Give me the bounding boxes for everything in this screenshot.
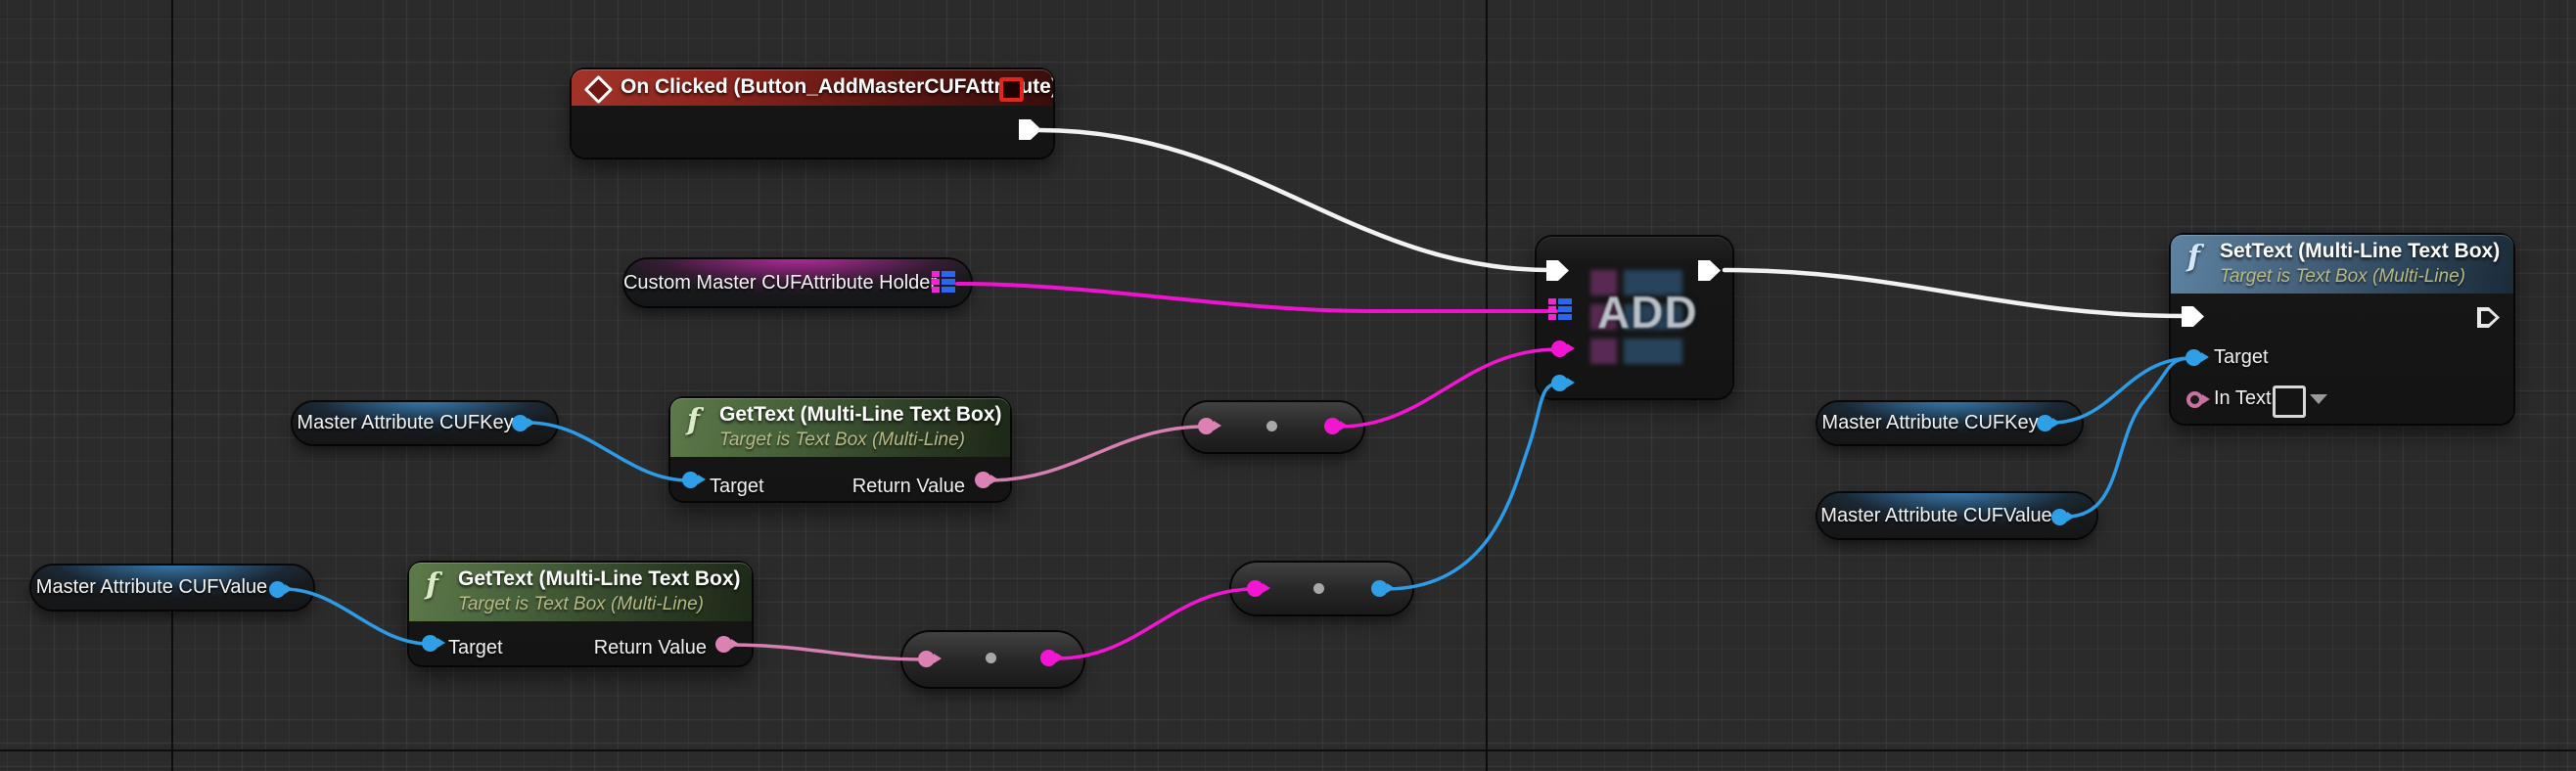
grid-origin-hline xyxy=(0,749,2576,751)
wire-text-gettext1-to-conv1[interactable] xyxy=(989,427,1205,480)
conversion-out-pin[interactable] xyxy=(1040,650,1057,666)
function-node-subtitle: Target is Text Box (Multi-Line) xyxy=(719,430,965,451)
return-value-out-pin[interactable] xyxy=(715,636,732,653)
node-gettext-top[interactable]: f GetText (Multi-Line Text Box) Target i… xyxy=(670,398,1010,501)
node-gettext-bottom[interactable]: f GetText (Multi-Line Text Box) Target i… xyxy=(409,563,752,665)
wire-string-conv1-to-add-key[interactable] xyxy=(1339,349,1558,427)
wire-text-gettext2-to-conv3[interactable] xyxy=(730,645,925,659)
event-node-title: On Clicked (Button_AddMasterCUFAttribute… xyxy=(621,75,1053,99)
function-f-icon: f xyxy=(2187,243,2200,272)
grid-origin-vline-center xyxy=(1486,0,1488,771)
wire-value-conv2-to-add-value[interactable] xyxy=(1386,384,1558,589)
object-out-pin[interactable] xyxy=(2051,509,2068,525)
object-out-pin[interactable] xyxy=(2037,415,2053,431)
delegate-red-box-icon[interactable] xyxy=(999,77,1024,102)
event-diamond-icon xyxy=(584,75,614,105)
variable-label: Master Attribute CUFKey xyxy=(297,412,513,434)
map-target-pin-icon[interactable] xyxy=(1548,298,1572,320)
target-in-pin[interactable] xyxy=(422,635,438,652)
key-in-pin[interactable] xyxy=(1551,340,1568,357)
map-pin-icon[interactable] xyxy=(932,271,955,293)
conversion-dot-icon xyxy=(986,653,996,663)
variable-label: Master Attribute CUFKey xyxy=(1821,412,2038,434)
event-node-header: On Clicked (Button_AddMasterCUFAttribute… xyxy=(572,69,1053,106)
variable-label: Master Attribute CUFValue xyxy=(36,576,267,599)
pure-function-f-icon: f xyxy=(426,570,438,600)
target-pin-label: Target xyxy=(710,476,764,498)
blueprint-graph-canvas[interactable]: { "graph": { "background_color": "#2b2b2… xyxy=(0,0,2576,771)
wire-map-holder-to-add[interactable] xyxy=(957,284,1556,311)
value-in-pin[interactable] xyxy=(1551,375,1568,391)
conversion-dot-icon xyxy=(1266,421,1277,431)
target-in-pin[interactable] xyxy=(2185,349,2202,366)
in-text-value-box[interactable] xyxy=(2273,386,2306,418)
node-on-clicked-event[interactable]: On Clicked (Button_AddMasterCUFAttribute… xyxy=(572,69,1053,158)
object-out-pin[interactable] xyxy=(512,415,529,431)
return-value-pin-label: Return Value xyxy=(594,637,707,659)
variable-label: Custom Master CUFAttribute Holder xyxy=(623,272,937,295)
grid-origin-vline-left xyxy=(171,0,173,771)
add-watermark-text: ADD xyxy=(1597,286,1698,339)
in-text-pin[interactable] xyxy=(2186,391,2203,408)
wire-string-conv3-to-conv2[interactable] xyxy=(1057,589,1254,658)
object-out-pin[interactable] xyxy=(269,581,286,598)
return-value-pin-label: Return Value xyxy=(852,476,965,498)
target-in-pin[interactable] xyxy=(682,472,699,488)
return-value-out-pin[interactable] xyxy=(975,472,991,488)
conversion-in-pin[interactable] xyxy=(1198,418,1215,434)
function-node-header: f GetText (Multi-Line Text Box) Target i… xyxy=(409,563,752,621)
variable-label: Master Attribute CUFValue xyxy=(1820,505,2051,527)
function-node-subtitle: Target is Text Box (Multi-Line) xyxy=(458,594,704,615)
function-node-title: GetText (Multi-Line Text Box) xyxy=(719,403,1002,427)
function-node-title: GetText (Multi-Line Text Box) xyxy=(458,567,741,591)
pure-function-f-icon: f xyxy=(687,406,700,435)
conversion-dot-icon xyxy=(1313,583,1324,594)
target-pin-label: Target xyxy=(2214,346,2269,369)
wire-exec-onclicked-to-add[interactable] xyxy=(1039,130,1550,270)
node-settext[interactable]: f SetText (Multi-Line Text Box) Target i… xyxy=(2171,235,2513,424)
conversion-in-pin[interactable] xyxy=(1247,580,1264,597)
target-pin-label: Target xyxy=(448,637,503,659)
function-node-header: f GetText (Multi-Line Text Box) Target i… xyxy=(670,398,1010,457)
function-node-title: SetText (Multi-Line Text Box) xyxy=(2220,240,2500,263)
function-node-subtitle: Target is Text Box (Multi-Line) xyxy=(2220,266,2465,288)
conversion-out-pin[interactable] xyxy=(1324,418,1341,434)
conversion-out-pin[interactable] xyxy=(1371,580,1388,597)
in-text-pin-label: In Text xyxy=(2214,387,2272,410)
conversion-in-pin[interactable] xyxy=(918,651,935,667)
function-node-header: f SetText (Multi-Line Text Box) Target i… xyxy=(2171,235,2513,294)
variable-node-holder[interactable]: Custom Master CUFAttribute Holder xyxy=(624,259,971,306)
in-text-dropdown-caret-icon[interactable] xyxy=(2310,394,2327,404)
wire-exec-add-to-settext[interactable] xyxy=(1725,270,2188,316)
